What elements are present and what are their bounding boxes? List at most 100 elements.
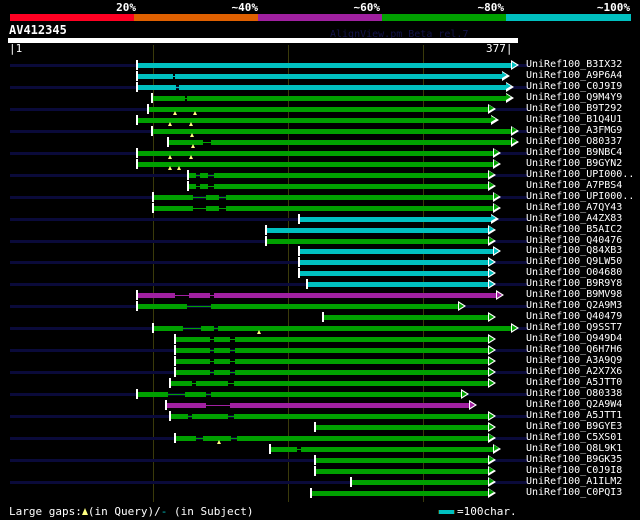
alignment-start-tick — [173, 367, 176, 378]
hit-label[interactable]: UniRef100_A7QY43 — [526, 202, 622, 213]
alignment-start-tick — [265, 224, 268, 235]
hit-label[interactable]: UniRef100_C5XS01 — [526, 432, 622, 443]
hit-label[interactable]: UniRef100_A1ILM2 — [526, 476, 622, 487]
aligned-segment — [298, 216, 491, 222]
hit-label[interactable]: UniRef100_A9P6A4 — [526, 70, 622, 81]
legend-prefix: Large gaps: — [9, 505, 82, 518]
hit-label[interactable]: UniRef100_Q84XB3 — [526, 245, 622, 256]
hit-label[interactable]: UniRef100_A3A9Q9 — [526, 355, 622, 366]
hit-label[interactable]: UniRef100_A2X7X6 — [526, 366, 622, 377]
subject-gap — [219, 196, 226, 198]
hit-label[interactable]: UniRef100_B9GK35 — [526, 454, 622, 465]
aligned-segment — [174, 359, 210, 365]
scale-segment-60 — [258, 14, 382, 21]
hit-label[interactable]: UniRef100_UPI000.. — [526, 169, 634, 180]
hit-label[interactable]: UniRef100_A3FMG9 — [526, 125, 622, 136]
aligned-segment — [152, 194, 194, 200]
alignment-start-tick — [297, 246, 300, 257]
aligned-segment — [152, 205, 194, 211]
alignment-start-tick — [173, 432, 176, 443]
aligned-segment — [225, 194, 494, 200]
hit-label[interactable]: UniRef100_A7PBS4 — [526, 180, 622, 191]
alignment-end-arrow-fill — [493, 160, 499, 167]
subject-gap — [182, 328, 202, 330]
aligned-segment — [306, 282, 489, 288]
alignment-end-arrow-fill — [488, 379, 494, 386]
aligned-segment — [205, 205, 219, 211]
subject-gap — [196, 437, 203, 439]
hit-label[interactable]: UniRef100_O80338 — [526, 388, 622, 399]
hit-label[interactable]: UniRef100_A5JTT0 — [526, 377, 622, 388]
scale-label-60: ~60% — [353, 1, 381, 14]
hit-label[interactable]: UniRef100_Q949D4 — [526, 333, 622, 344]
alignment-start-tick — [350, 476, 353, 487]
hit-label[interactable]: UniRef100_Q9M4Y9 — [526, 92, 622, 103]
legend-query-text: (in Query)/ — [87, 505, 161, 518]
alignment-end-arrow-fill — [491, 215, 497, 222]
aligned-segment — [174, 435, 197, 441]
hit-label[interactable]: UniRef100_C0PQI3 — [526, 487, 622, 498]
alignment-start-tick — [135, 81, 138, 92]
alignment-end-arrow-fill — [488, 280, 494, 287]
subject-gap — [167, 394, 186, 396]
aligned-segment — [310, 490, 489, 496]
hit-label[interactable]: UniRef100_B9GYN2 — [526, 158, 622, 169]
hit-label[interactable]: UniRef100_B3IX32 — [526, 59, 622, 70]
hit-label[interactable]: UniRef100_Q40479 — [526, 311, 622, 322]
hit-label[interactable]: UniRef100_B9GYE3 — [526, 421, 622, 432]
aligned-segment — [266, 238, 489, 244]
alignment-start-tick — [146, 103, 149, 114]
aligned-segment — [187, 172, 197, 178]
scale-label-100: ~100% — [596, 1, 630, 14]
aligned-segment — [136, 63, 511, 68]
hit-label[interactable]: UniRef100_B9MV98 — [526, 289, 622, 300]
hit-label[interactable]: UniRef100_O04680 — [526, 267, 622, 278]
aligned-segment — [189, 293, 210, 299]
hit-label[interactable]: UniRef100_C0J9I9 — [526, 81, 622, 92]
hit-label[interactable]: UniRef100_Q2A9M3 — [526, 300, 622, 311]
alignment-end-arrow-fill — [502, 72, 508, 79]
aligned-segment — [201, 326, 214, 332]
alignment-end-arrow-fill — [488, 258, 494, 265]
hit-label[interactable]: UniRef100_Q40476 — [526, 235, 622, 246]
hit-label[interactable]: UniRef100_B9NBC4 — [526, 147, 622, 158]
aligned-segment — [210, 304, 459, 310]
aligned-segment — [298, 271, 489, 277]
hit-label[interactable]: UniRef100_A5JTT1 — [526, 410, 622, 421]
hit-label[interactable]: UniRef100_Q9SST7 — [526, 322, 622, 333]
hit-label[interactable]: UniRef100_B9T292 — [526, 103, 622, 114]
alignment-start-tick — [135, 60, 138, 70]
aligned-segment — [314, 457, 489, 463]
hit-label[interactable]: UniRef100_Q8L9K1 — [526, 443, 622, 454]
aligned-segment — [185, 392, 206, 398]
hit-label[interactable]: UniRef100_Q9LW50 — [526, 256, 622, 267]
hit-label[interactable]: UniRef100_UPI000.. — [526, 191, 634, 202]
hit-label[interactable]: UniRef100_C0J9I8 — [526, 465, 622, 476]
aligned-segment — [136, 392, 168, 398]
alignment-end-arrow-fill — [511, 138, 517, 145]
hit-label[interactable]: UniRef100_B5AIC2 — [526, 224, 622, 235]
length-scale-legend: =100char. — [438, 505, 517, 518]
alignment-start-tick — [150, 92, 153, 103]
alignment-end-arrow-fill — [488, 335, 494, 342]
alignment-start-tick — [313, 422, 316, 432]
alignment-start-tick — [135, 158, 138, 169]
hit-label[interactable]: UniRef100_B1Q4U1 — [526, 114, 622, 125]
scale-label-80: ~80% — [477, 1, 505, 14]
aligned-segment — [186, 95, 506, 101]
aligned-segment — [213, 348, 230, 354]
hit-label[interactable]: UniRef100_A4ZX83 — [526, 213, 622, 224]
hit-row[interactable]: UniRef100_C0PQI3 — [0, 487, 640, 499]
alignment-end-arrow-fill — [488, 182, 494, 189]
aligned-segment — [351, 479, 489, 485]
aligned-segment — [213, 370, 230, 376]
hit-label[interactable]: UniRef100_O80337 — [526, 136, 622, 147]
aligned-segment — [136, 293, 175, 299]
subject-gap — [219, 207, 226, 209]
aligned-segment — [236, 435, 489, 441]
alignment-start-tick — [135, 114, 138, 125]
hit-label[interactable]: UniRef100_B9R9Y8 — [526, 278, 622, 289]
hit-label[interactable]: UniRef100_Q2A9W4 — [526, 399, 622, 410]
alignment-end-arrow-fill — [488, 269, 494, 276]
hit-label[interactable]: UniRef100_Q6H7H6 — [526, 344, 622, 355]
